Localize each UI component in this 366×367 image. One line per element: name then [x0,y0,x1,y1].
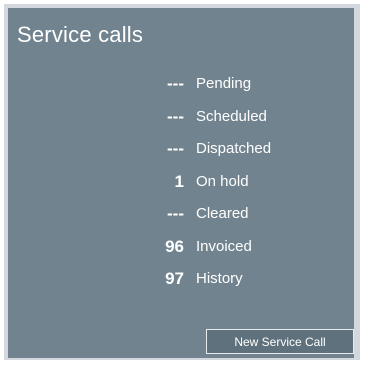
history-label: History [196,270,243,287]
on-hold-label: On hold [196,172,249,190]
invoiced-count: 96 [165,236,184,256]
status-row-dispatched[interactable]: --- Dispatched [8,139,354,172]
new-service-call-button[interactable]: New Service Call [206,329,354,354]
pending-count: --- [167,74,184,93]
status-row-scheduled[interactable]: --- Scheduled [8,107,354,140]
cleared-count: --- [167,204,184,223]
status-row-history[interactable]: 97 History [8,269,354,302]
scheduled-count: --- [167,106,184,126]
status-list: --- Pending --- Scheduled --- Dispatched… [8,74,354,302]
widget-title: Service calls [17,22,144,47]
service-calls-widget-frame: Service calls --- Pending --- Scheduled … [4,4,360,360]
on-hold-count: 1 [174,171,184,191]
history-count: 97 [165,269,184,288]
status-row-pending[interactable]: --- Pending [8,74,354,107]
status-row-on-hold[interactable]: 1 On hold [8,172,354,205]
dispatched-label: Dispatched [196,140,272,157]
status-row-invoiced[interactable]: 96 Invoiced [8,237,354,270]
invoiced-label: Invoiced [196,237,252,255]
scheduled-label: Scheduled [196,107,267,125]
status-row-cleared[interactable]: --- Cleared [8,204,354,237]
cleared-label: Cleared [196,205,249,222]
service-calls-panel: Service calls --- Pending --- Scheduled … [8,8,354,358]
dispatched-count: --- [167,139,184,158]
pending-label: Pending [196,75,252,92]
